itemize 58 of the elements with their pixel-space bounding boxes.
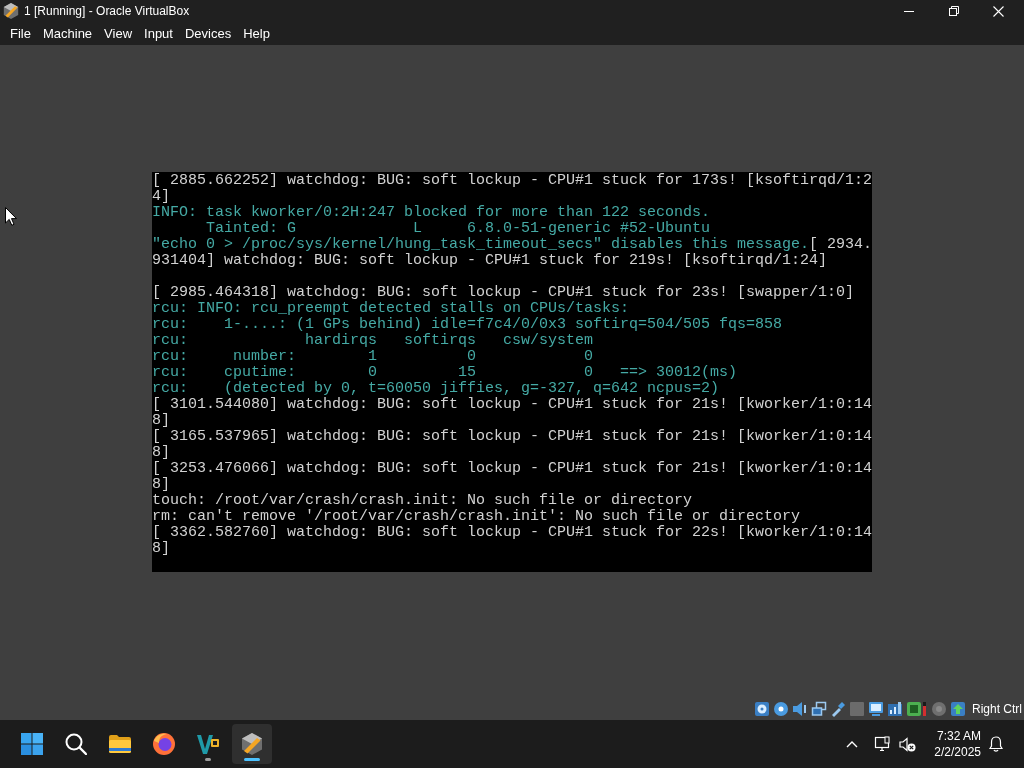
minimize-icon xyxy=(903,10,914,12)
info-message: INFO: task kworker/0:2H:247 blocked for more than 122 seconds. xyxy=(152,204,711,221)
info-message: rcu: 1-....: (1 GPs behind) idle=f7c4/0/0x3 softirq=504/505 fqs=858 xyxy=(152,316,783,333)
console-message: 8] xyxy=(152,476,170,493)
taskbar-app-button[interactable] xyxy=(232,724,272,764)
console-message: touch: /root/var/crash/crash.init: No such file or directory xyxy=(152,492,693,509)
menu-item[interactable]: File xyxy=(4,22,37,45)
info-message: rcu: cputime: 0 15 0 ==> 30012(ms) xyxy=(152,364,738,381)
menu-item[interactable]: Devices xyxy=(178,22,238,45)
disk-icon[interactable] xyxy=(754,701,770,717)
chip-meter-icon[interactable] xyxy=(906,701,928,717)
console-message: [ 3101.544080] watchdog: BUG: soft lockup - CPU#1 stuck for 21s! [kworker/1:0:14 xyxy=(152,396,873,413)
info-message: rcu: (detected by 0, t=60050 jiffies, g=-327, q=642 ncpus=2) xyxy=(152,380,720,397)
cube-icon xyxy=(240,732,264,756)
monitor-icon[interactable] xyxy=(868,701,884,717)
console-message: [ 3362.582760] watchdog: BUG: soft lockup - CPU#1 stuck for 22s! [kworker/1:0:14 xyxy=(152,524,873,541)
menu-item[interactable]: Input xyxy=(138,22,179,45)
mouse-pointer-icon xyxy=(5,207,17,226)
disc-icon[interactable] xyxy=(773,701,789,717)
info-message: "echo 0 > /proc/sys/kernel/hung_task_timeout_secs" disables this message. xyxy=(152,236,810,253)
search-icon xyxy=(65,733,87,755)
menu-item[interactable]: Machine xyxy=(36,22,99,45)
four-squares-icon xyxy=(21,733,43,755)
arrow-tile-icon[interactable] xyxy=(950,701,966,717)
info-message: rcu: hardirqs softirqs csw/system xyxy=(152,332,594,349)
console-message: [ 3253.476066] watchdog: BUG: soft lockup - CPU#1 stuck for 21s! [kworker/1:0:14 xyxy=(152,460,873,477)
bell-icon xyxy=(989,736,1003,752)
console-message: 8] xyxy=(152,444,170,461)
host-key-label: Right Ctrl xyxy=(972,701,1022,717)
speaker-icon[interactable] xyxy=(792,701,808,717)
chevron-up-icon xyxy=(846,740,858,748)
speaker-muted-icon xyxy=(899,736,917,752)
folder-icon xyxy=(108,734,132,754)
plug-icon[interactable] xyxy=(830,701,846,717)
info-message: rcu: INFO: rcu_preempt detected stalls on CPUs/tasks: xyxy=(152,300,630,317)
monitor-icon xyxy=(873,736,890,752)
console-message: 931404] watchdog: BUG: soft lockup - CPU#1 stuck for 219s! [ksoftirqd/1:24] xyxy=(152,252,828,269)
chevron-square-icon xyxy=(196,732,220,756)
close-icon xyxy=(993,5,1004,17)
window-title: 1 [Running] - Oracle VirtualBox xyxy=(24,3,190,19)
menu-item[interactable]: Help xyxy=(237,22,276,45)
clock-button[interactable]: 7:32 AM 2/2/2025 xyxy=(921,724,981,764)
console-message: [ 2885.662252] watchdog: BUG: soft lockup - CPU#1 stuck for 173s! [ksoftirqd/1:2 xyxy=(152,172,873,189)
console-message: [ 3165.537965] watchdog: BUG: soft lockup - CPU#1 stuck for 21s! [kworker/1:0:14 xyxy=(152,428,873,445)
menu-item[interactable]: View xyxy=(98,22,139,45)
console-message: [ 2934. xyxy=(809,236,873,253)
info-message: Tainted: G L 6.8.0-51-generic #52-Ubuntu xyxy=(206,220,711,237)
console-message: [ 2985.464318] watchdog: BUG: soft lockup - CPU#1 stuck for 23s! [swapper/1:0] xyxy=(152,284,855,301)
console-message: rm: can't remove '/root/var/crash/crash.init': No such file or directory xyxy=(152,508,801,525)
cube-icon xyxy=(3,3,19,19)
console-message: 4] xyxy=(152,188,170,205)
globe-flame-icon xyxy=(152,732,176,756)
info-message: rcu: number: 1 0 0 xyxy=(152,348,594,365)
restore-icon xyxy=(948,6,959,16)
screens-icon[interactable] xyxy=(811,701,827,717)
console-message: 8] xyxy=(152,412,170,429)
chart-icon[interactable] xyxy=(887,701,903,717)
console-message: 8] xyxy=(152,540,170,557)
